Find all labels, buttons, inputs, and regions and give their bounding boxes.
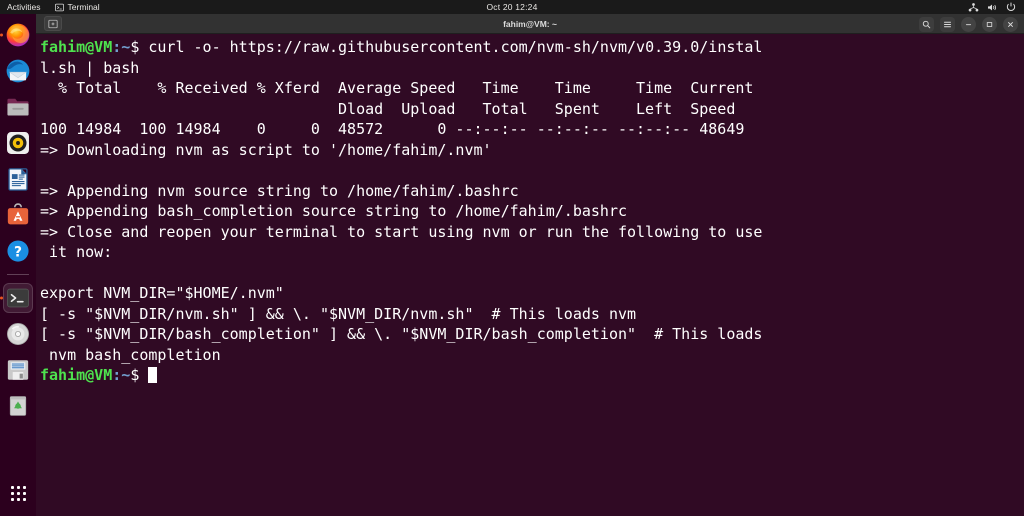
svg-text:?: ? — [14, 244, 22, 260]
files-icon — [7, 98, 29, 116]
dock-item-disc[interactable] — [3, 319, 33, 349]
dock-item-trash[interactable] — [3, 391, 33, 421]
dock-item-files[interactable] — [3, 92, 33, 122]
firefox-icon — [6, 23, 30, 47]
thunderbird-icon — [6, 59, 30, 83]
gnome-top-bar: Activities Terminal Oct 20 12:24 — [0, 0, 1024, 14]
app-menu-terminal[interactable]: Terminal — [54, 2, 100, 12]
volume-icon[interactable] — [987, 3, 998, 12]
help-icon: ? — [7, 240, 29, 262]
dock-separator — [7, 274, 29, 275]
terminal-output: fahim@VM:~$ curl -o- https://raw.githubu… — [40, 38, 763, 384]
close-button[interactable] — [1003, 16, 1018, 32]
disks-icon — [7, 360, 29, 380]
terminal-icon — [54, 3, 64, 12]
clock[interactable]: Oct 20 12:24 — [486, 2, 537, 12]
rhythmbox-icon — [7, 132, 29, 154]
search-icon — [922, 20, 931, 28]
show-applications-button[interactable] — [3, 478, 33, 508]
network-icon[interactable] — [968, 2, 979, 12]
terminal-title-bar: fahim@VM: ~ — [36, 14, 1024, 34]
trash-icon — [9, 396, 27, 416]
new-tab-button[interactable] — [44, 16, 62, 31]
dock-item-help[interactable]: ? — [3, 236, 33, 266]
window-title: fahim@VM: ~ — [503, 18, 557, 29]
maximize-button[interactable] — [982, 16, 997, 32]
disc-icon — [7, 323, 29, 345]
libreoffice-writer-icon — [8, 168, 28, 191]
activities-button[interactable]: Activities — [7, 2, 41, 12]
apps-grid-icon — [10, 485, 26, 501]
app-menu-label: Terminal — [67, 2, 100, 12]
terminal-window: fahim@VM: ~ fahim@VM:~$ curl -o- https:/… — [36, 14, 1024, 516]
minimize-icon — [965, 23, 972, 25]
menu-button[interactable] — [940, 16, 955, 32]
search-button[interactable] — [919, 16, 934, 32]
dock-item-rhythmbox[interactable] — [3, 128, 33, 158]
dock-item-libreoffice-writer[interactable] — [3, 164, 33, 194]
desktop-screen: Activities Terminal Oct 20 12:24 ? fahim… — [0, 0, 1024, 516]
terminal-screen[interactable]: fahim@VM:~$ curl -o- https://raw.githubu… — [36, 34, 1024, 516]
new-tab-icon — [48, 19, 58, 28]
top-bar-left: Activities Terminal — [0, 2, 100, 12]
minimize-button[interactable] — [961, 16, 976, 32]
top-bar-center: Oct 20 12:24 — [0, 2, 1024, 12]
ubuntu-software-icon — [7, 203, 29, 225]
dock-item-firefox[interactable] — [3, 20, 33, 50]
dock-item-ubuntu-software[interactable] — [3, 200, 33, 230]
window-controls — [919, 14, 1018, 34]
dock-item-thunderbird[interactable] — [3, 56, 33, 86]
dock-item-terminal[interactable] — [3, 283, 33, 313]
hamburger-icon — [944, 21, 951, 27]
terminal-app-icon — [7, 288, 29, 308]
close-icon — [1008, 21, 1013, 27]
dock-item-disks[interactable] — [3, 355, 33, 385]
ubuntu-dock: ? — [0, 14, 36, 516]
power-icon[interactable] — [1006, 2, 1016, 12]
system-status-area[interactable] — [968, 0, 1016, 14]
maximize-icon — [986, 21, 993, 27]
